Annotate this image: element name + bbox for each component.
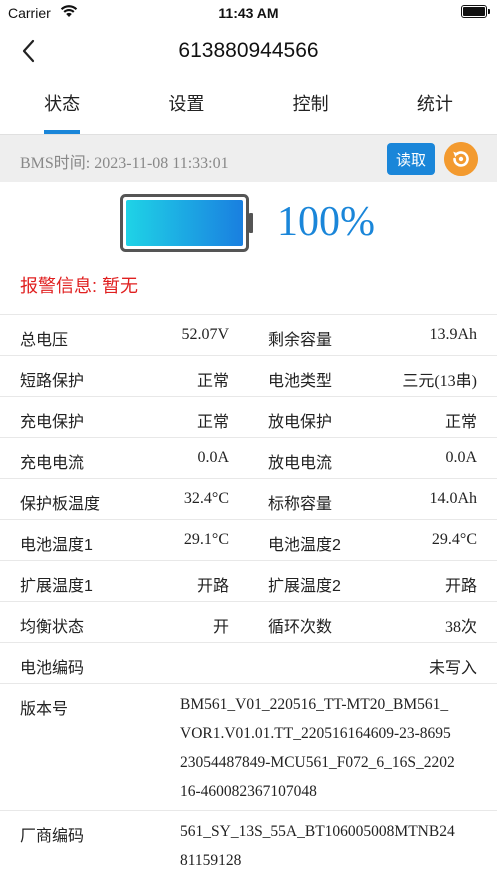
nominal-capacity-value: 14.0Ah	[429, 490, 477, 507]
charge-current-value: 0.0A	[197, 449, 229, 466]
version-line: BM561_V01_220516_TT-MT20_BM561_	[180, 696, 449, 713]
clock: 11:43 AM	[218, 5, 279, 21]
battery-type-label: 电池类型	[268, 373, 333, 390]
table-row: 充电保护 正常 放电保护 正常	[0, 396, 497, 437]
balance-status-value: 开	[212, 619, 229, 636]
table-row: 扩展温度1 开路 扩展温度2 开路	[0, 560, 497, 601]
battery-temperature-1-value: 29.1°C	[183, 531, 229, 548]
cycle-count-label: 循环次数	[268, 619, 333, 636]
discharge-current-value: 0.0A	[445, 449, 477, 466]
short-circuit-protection-value: 正常	[196, 373, 229, 390]
bms-info-bar: BMS时间: 2023-11-08 11:33:01 读取	[0, 134, 497, 182]
version-line: VOR1.V01.01.TT_220516164609-23-8695	[180, 725, 451, 742]
table-row: 电池编码 未写入	[0, 642, 497, 683]
version-row: 版本号 BM561_V01_220516_TT-MT20_BM561_ VOR1…	[0, 683, 497, 810]
vendor-code-value: 561_SY_13S_55A_BT106005008MTNB24 8115912…	[180, 817, 480, 875]
battery-temperature-1-label: 电池温度1	[20, 537, 93, 554]
cycle-count-value: 38次	[444, 619, 477, 636]
extended-temperature-1-value: 开路	[196, 578, 229, 595]
total-voltage-value: 52.07V	[181, 326, 229, 343]
version-value: BM561_V01_220516_TT-MT20_BM561_ VOR1.V01…	[180, 690, 480, 806]
status-bar: Carrier 11:43 AM	[0, 0, 497, 26]
charge-current-label: 充电电流	[20, 455, 85, 472]
battery-type-value: 三元(13串)	[402, 373, 477, 390]
charge-protection-value: 正常	[196, 414, 229, 431]
navigation-bar: 613880944566	[0, 28, 497, 74]
battery-percent: 100%	[277, 199, 375, 245]
vendor-code-label: 厂商编码	[20, 828, 85, 845]
tab-status[interactable]: 状态	[0, 82, 124, 134]
bms-time: BMS时间: 2023-11-08 11:33:01	[20, 155, 229, 172]
extended-temperature-2-value: 开路	[444, 578, 477, 595]
version-line: 23054487849-MCU561_F072_6_16S_2202	[180, 754, 455, 771]
discharge-protection-value: 正常	[444, 414, 477, 431]
extended-temperature-1-label: 扩展温度1	[20, 578, 93, 595]
short-circuit-protection-label: 短路保护	[20, 373, 85, 390]
tab-settings[interactable]: 设置	[124, 82, 248, 134]
status-battery-icon	[461, 5, 490, 18]
discharge-protection-label: 放电保护	[268, 414, 333, 431]
battery-code-value: 未写入	[428, 660, 477, 677]
table-row: 充电电流 0.0A 放电电流 0.0A	[0, 437, 497, 478]
table-row: 保护板温度 32.4°C 标称容量 14.0Ah	[0, 478, 497, 519]
read-button[interactable]: 读取	[387, 143, 435, 175]
table-row: 总电压 52.07V 剩余容量 13.9Ah	[0, 314, 497, 355]
tab-control[interactable]: 控制	[249, 82, 373, 134]
version-label: 版本号	[20, 701, 69, 718]
remaining-capacity-value: 13.9Ah	[429, 326, 477, 343]
table-row: 短路保护 正常 电池类型 三元(13串)	[0, 355, 497, 396]
tab-bar: 状态 设置 控制 统计	[0, 82, 497, 134]
version-line: 16-460082367107048	[180, 783, 317, 800]
extended-temperature-2-label: 扩展温度2	[268, 578, 341, 595]
battery-temperature-2-label: 电池温度2	[268, 537, 341, 554]
battery-level-icon	[120, 194, 253, 252]
vendor-line: 81159128	[180, 852, 242, 869]
page-title: 613880944566	[178, 39, 319, 62]
vendor-row: 厂商编码 561_SY_13S_55A_BT106005008MTNB24 81…	[0, 810, 497, 872]
board-temperature-label: 保护板温度	[20, 496, 101, 513]
charge-protection-label: 充电保护	[20, 414, 85, 431]
tab-statistics[interactable]: 统计	[373, 82, 497, 134]
table-row: 均衡状态 开 循环次数 38次	[0, 601, 497, 642]
board-temperature-value: 32.4°C	[183, 490, 229, 507]
status-grid: 总电压 52.07V 剩余容量 13.9Ah 短路保护 正常 电池类型 三元(1…	[0, 314, 497, 872]
remaining-capacity-label: 剩余容量	[268, 332, 333, 349]
table-row: 电池温度1 29.1°C 电池温度2 29.4°C	[0, 519, 497, 560]
nominal-capacity-label: 标称容量	[268, 496, 333, 513]
balance-status-label: 均衡状态	[20, 619, 85, 636]
battery-code-label: 电池编码	[20, 660, 85, 677]
total-voltage-label: 总电压	[20, 332, 69, 349]
battery-temperature-2-value: 29.4°C	[431, 531, 477, 548]
alarm-info: 报警信息: 暂无	[20, 276, 139, 296]
refresh-icon[interactable]	[444, 142, 478, 176]
vendor-line: 561_SY_13S_55A_BT106005008MTNB24	[180, 823, 455, 840]
discharge-current-label: 放电电流	[268, 455, 333, 472]
